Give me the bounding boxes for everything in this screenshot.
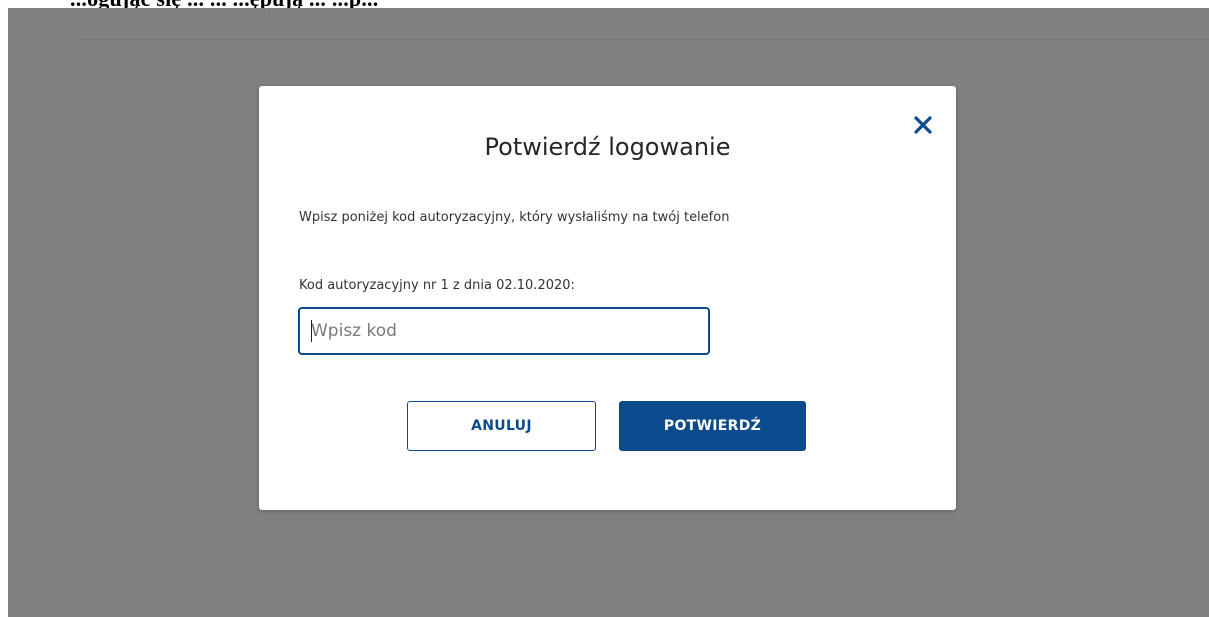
confirm-button[interactable]: POTWIERDŹ	[619, 401, 806, 451]
page-header: ...ogując się ... ... ...ępują ... ...p.…	[0, 0, 1209, 8]
auth-code-label: Kod autoryzacyjny nr 1 z dnia 02.10.2020…	[299, 278, 575, 293]
page-header-text: ...ogując się ... ... ...ępują ... ...p.…	[70, 0, 378, 8]
text-caret	[311, 320, 312, 342]
dialog-description: Wpisz poniżej kod autoryzacyjny, który w…	[299, 210, 730, 225]
auth-code-input[interactable]	[298, 307, 710, 355]
background-divider-vertical	[269, 8, 270, 18]
background-divider-line	[80, 39, 1209, 40]
page: ...ogując się ... ... ...ępują ... ...p.…	[0, 0, 1209, 617]
dialog-title: Potwierdź logowanie	[484, 133, 731, 161]
cancel-button[interactable]: ANULUJ	[407, 401, 596, 451]
confirm-login-dialog: Potwierdź logowanie Wpisz poniżej kod au…	[259, 86, 956, 510]
